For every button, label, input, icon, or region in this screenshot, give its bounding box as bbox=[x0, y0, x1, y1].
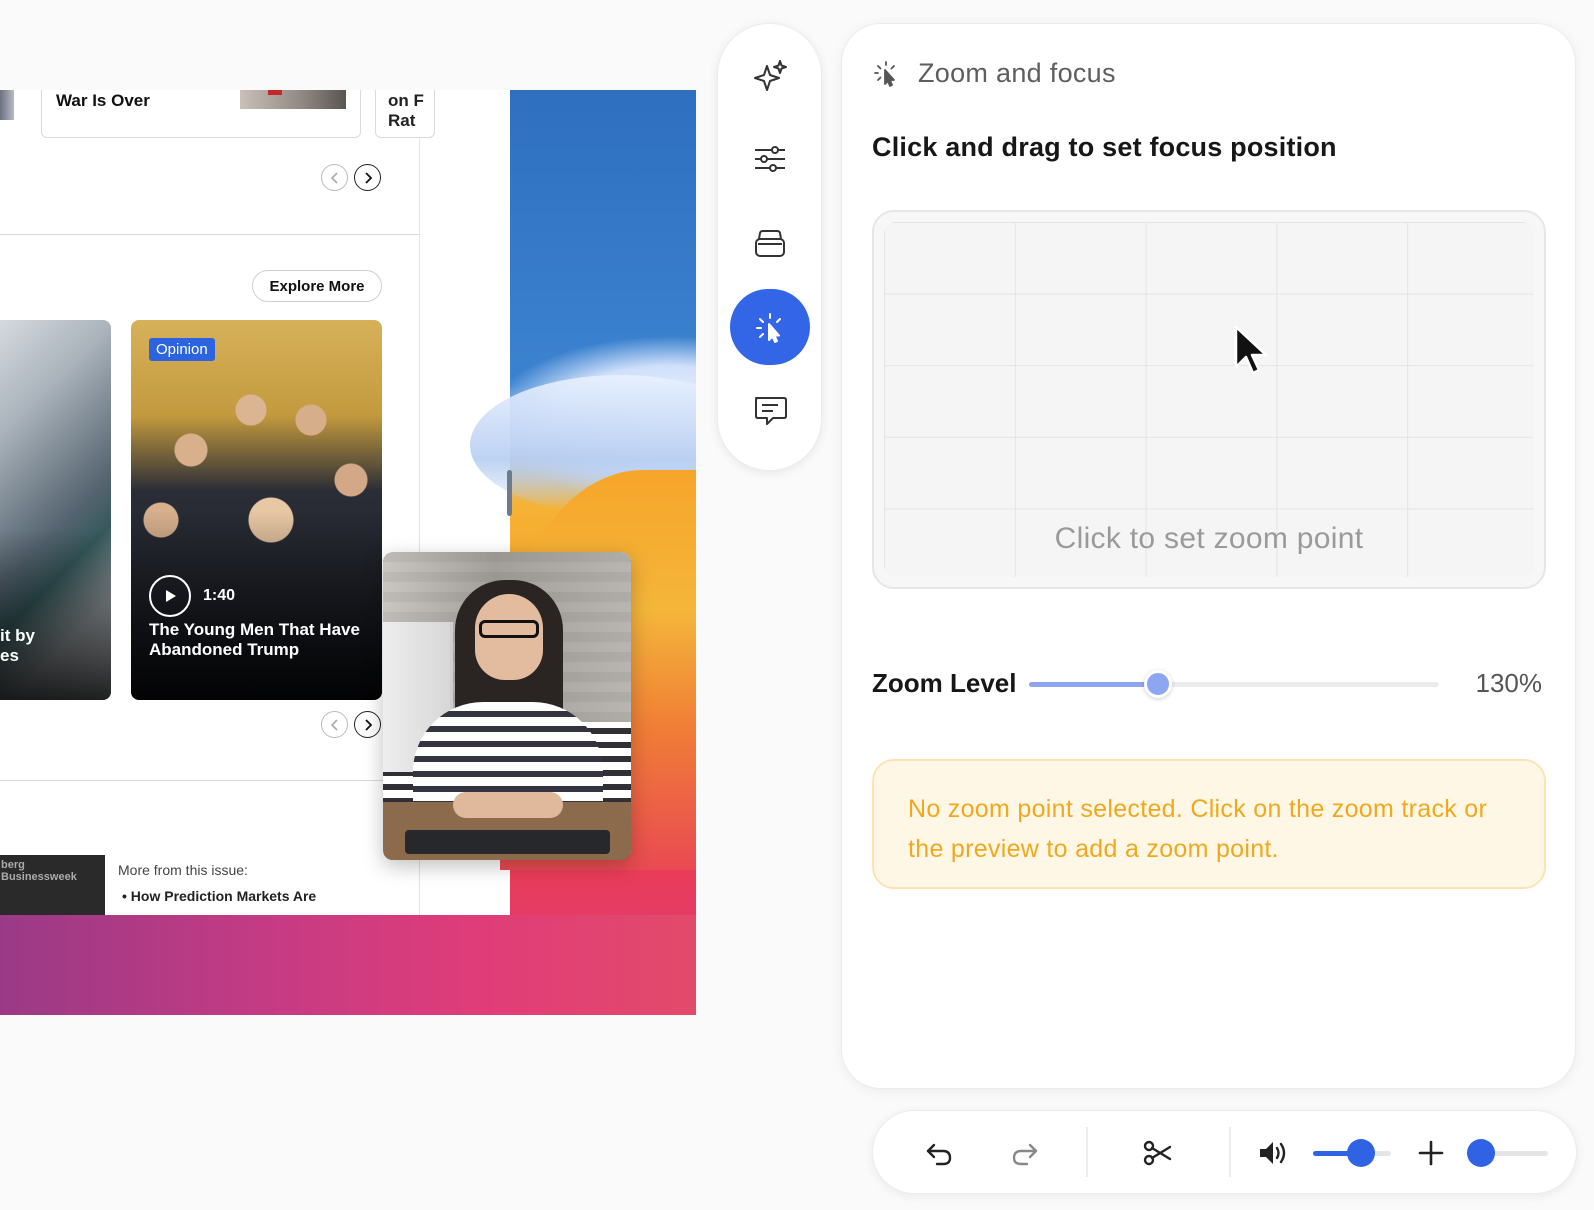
zoom-cursor-icon bbox=[756, 313, 781, 343]
zoom-in-button[interactable] bbox=[1409, 1131, 1453, 1175]
plus-icon bbox=[1418, 1140, 1444, 1166]
zoom-slider-fill bbox=[1029, 682, 1159, 687]
undo-button[interactable] bbox=[917, 1131, 961, 1175]
chevron-left-icon bbox=[330, 718, 338, 731]
play-button[interactable] bbox=[149, 575, 191, 617]
no-zoom-point-notice: No zoom point selected. Click on the zoo… bbox=[872, 759, 1546, 889]
caption-line-1: it by bbox=[0, 626, 35, 645]
sliders-icon bbox=[755, 146, 785, 172]
focus-grid-area[interactable]: Click to set zoom point bbox=[884, 222, 1534, 577]
panel-title: Zoom and focus bbox=[918, 58, 1116, 88]
zoom-level-row: Zoom Level 130% bbox=[872, 664, 1542, 704]
comment-icon bbox=[755, 397, 787, 425]
explore-more-button[interactable]: Explore More bbox=[252, 270, 382, 302]
next-arrow-button[interactable] bbox=[354, 164, 381, 191]
top-story-title: War Is Over bbox=[56, 91, 150, 110]
section-divider bbox=[0, 234, 420, 235]
presenter-hands bbox=[453, 792, 563, 818]
rail-button-effects[interactable] bbox=[730, 39, 810, 115]
volume-button[interactable] bbox=[1251, 1131, 1295, 1175]
editor-toolbar bbox=[872, 1110, 1577, 1194]
caption-line-2: es bbox=[0, 646, 19, 665]
toolbar-separator bbox=[1086, 1127, 1088, 1177]
rail-button-adjust[interactable] bbox=[730, 121, 810, 197]
carousel-arrows-top bbox=[321, 164, 381, 191]
top-story-card[interactable]: War Is Over bbox=[41, 90, 361, 138]
laptop bbox=[405, 830, 610, 854]
volume-slider[interactable] bbox=[1313, 1139, 1391, 1167]
prev-arrow-button[interactable] bbox=[321, 164, 348, 191]
prev-arrow-button[interactable] bbox=[321, 711, 348, 738]
toolbar-separator bbox=[1229, 1127, 1231, 1177]
tool-rail bbox=[717, 23, 822, 471]
more-from-issue-label: More from this issue: bbox=[118, 862, 248, 878]
timeline-zoom-slider[interactable] bbox=[1466, 1139, 1548, 1167]
wallpaper-bottom-band bbox=[0, 915, 696, 1015]
rail-button-layers[interactable] bbox=[730, 205, 810, 281]
panel-header: Zoom and focus bbox=[872, 58, 1116, 89]
more-issue-link[interactable]: • How Prediction Markets Are bbox=[122, 888, 316, 904]
rail-button-zoom[interactable] bbox=[730, 289, 810, 365]
top-card-thumbnail-partial bbox=[0, 90, 14, 120]
chevron-right-icon bbox=[364, 718, 372, 731]
scissors-icon bbox=[1143, 1140, 1172, 1166]
top-story-card-partial[interactable]: on F Rat bbox=[375, 90, 435, 138]
zoom-point-hint: Click to set zoom point bbox=[1054, 522, 1364, 555]
zoom-focus-panel: Zoom and focus Click and drag to set foc… bbox=[841, 23, 1576, 1089]
section-divider bbox=[0, 780, 420, 781]
zoom-level-value: 130% bbox=[1475, 668, 1543, 698]
cursor-arrow-icon bbox=[1234, 325, 1268, 375]
cut-button[interactable] bbox=[1136, 1131, 1180, 1175]
video-duration: 1:40 bbox=[203, 587, 236, 604]
app-root: War Is Over on F Rat Explore More it by bbox=[0, 0, 1594, 1210]
presenter-glasses bbox=[479, 620, 539, 638]
story-left-caption: it by es bbox=[0, 626, 35, 666]
chevron-left-icon bbox=[330, 171, 338, 184]
redo-button[interactable] bbox=[1003, 1131, 1047, 1175]
next-arrow-button[interactable] bbox=[354, 711, 381, 738]
partial-title-line2: Rat bbox=[388, 111, 416, 130]
story-right-title: The Young Men That Have Abandoned Trump bbox=[149, 620, 360, 659]
timeline-zoom-thumb[interactable] bbox=[1466, 1139, 1495, 1167]
top-story-thumbnail bbox=[240, 90, 346, 109]
story-card-right[interactable]: Opinion 1:40 The Young Men That Have Aba… bbox=[131, 320, 382, 700]
story-card-left[interactable]: it by es bbox=[0, 320, 111, 700]
news-website: War Is Over on F Rat Explore More it by bbox=[0, 90, 435, 915]
opinion-badge: Opinion bbox=[149, 338, 215, 361]
focus-instruction: Click and drag to set focus position bbox=[872, 132, 1337, 162]
play-icon bbox=[166, 590, 176, 602]
undo-icon bbox=[926, 1143, 952, 1166]
focus-position-grid[interactable]: Click to set zoom point bbox=[872, 210, 1546, 589]
video-play-row: 1:40 bbox=[149, 575, 235, 617]
chevron-right-icon bbox=[364, 171, 372, 184]
carousel-arrows-bottom bbox=[321, 711, 381, 738]
rail-button-captions[interactable] bbox=[730, 372, 810, 448]
layers-icon bbox=[755, 230, 785, 257]
zoom-level-slider[interactable] bbox=[1029, 670, 1439, 698]
volume-icon bbox=[1260, 1142, 1286, 1164]
redo-icon bbox=[1012, 1143, 1038, 1166]
zoom-level-label: Zoom Level bbox=[872, 668, 1017, 698]
webcam-overlay[interactable] bbox=[383, 552, 631, 860]
window-resize-handle[interactable] bbox=[507, 470, 512, 516]
zoom-slider-thumb[interactable] bbox=[1144, 670, 1173, 698]
volume-slider-thumb[interactable] bbox=[1347, 1139, 1376, 1167]
sparkles-icon bbox=[754, 60, 787, 91]
magazine-thumbnail: berg Businessweek bbox=[0, 855, 105, 915]
zoom-cursor-icon bbox=[874, 60, 895, 87]
partial-title-line1: on F bbox=[388, 91, 424, 110]
